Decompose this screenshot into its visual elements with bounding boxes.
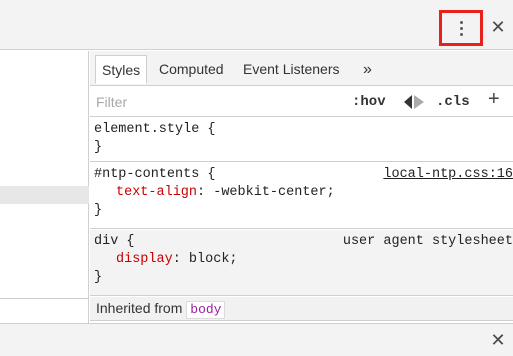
style-rule-ntp-contents: #ntp-contents { local-ntp.css:16 text-al…	[90, 163, 513, 229]
color-format-toggle-icon[interactable]	[402, 94, 426, 110]
rule-declaration[interactable]: text-align: -webkit-center;	[94, 184, 513, 202]
selected-node-highlight[interactable]	[0, 186, 89, 204]
inherited-element-badge[interactable]: body	[186, 301, 226, 319]
style-rule-element-style: element.style { }	[90, 118, 513, 162]
new-style-rule-icon[interactable]: +	[488, 88, 500, 111]
devtools-top-bar	[0, 0, 513, 50]
property-name[interactable]: display	[116, 252, 173, 267]
close-icon[interactable]: ✕	[489, 18, 507, 36]
pane-divider	[0, 298, 89, 299]
drawer-close-icon[interactable]: ✕	[489, 331, 507, 349]
more-options-button[interactable]	[439, 10, 483, 46]
rule-declaration[interactable]: display: block;	[94, 251, 513, 269]
tab-event-listeners[interactable]: Event Listeners	[237, 55, 346, 84]
style-rule-div: div { user agent stylesheet display: blo…	[90, 230, 513, 296]
rule-close-brace: }	[94, 203, 103, 218]
rule-source-link[interactable]: local-ntp.css:16	[383, 166, 513, 184]
tab-styles[interactable]: Styles	[95, 55, 148, 84]
rule-source-label: user agent stylesheet	[342, 234, 513, 249]
property-value[interactable]: -webkit-center;	[213, 185, 335, 200]
property-value[interactable]: block;	[189, 252, 238, 267]
inherited-label: Inherited from	[96, 300, 183, 316]
class-toggle[interactable]: .cls	[436, 94, 470, 110]
tab-computed[interactable]: Computed	[153, 55, 230, 84]
bottom-drawer	[0, 323, 513, 356]
rule-selector[interactable]: element.style {	[94, 121, 513, 139]
styles-filter-input[interactable]	[96, 92, 306, 112]
inherited-section-header: Inherited from body	[90, 297, 513, 321]
rule-close-brace: }	[94, 140, 103, 155]
rule-close-brace: }	[94, 270, 103, 285]
property-name[interactable]: text-align	[116, 185, 197, 200]
tabs-overflow-chevron-icon[interactable]: »	[357, 55, 378, 84]
vertical-ellipsis-icon	[442, 13, 480, 43]
hover-state-toggle[interactable]: :hov	[352, 94, 386, 110]
